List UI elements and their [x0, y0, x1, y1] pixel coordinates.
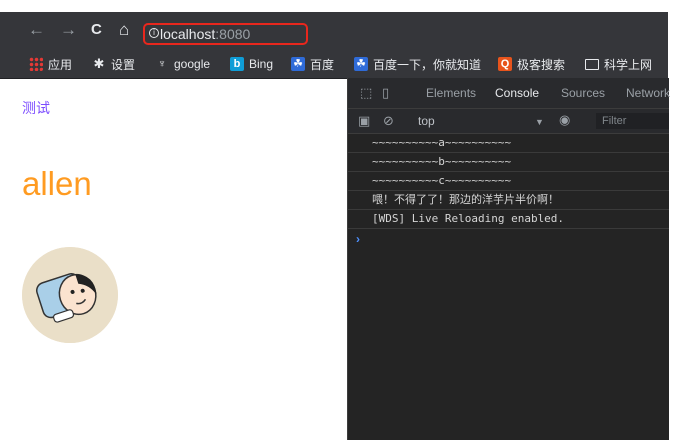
apps-grid-icon — [29, 57, 43, 71]
bookmark-settings[interactable]: ✱ 设置 — [92, 56, 135, 72]
url-host: localhost — [160, 26, 216, 42]
console-toolbar: ▣ ⊘ top ▼ ◉ Filter — [348, 109, 669, 134]
console-message: ~~~~~~~~~~a~~~~~~~~~~ — [348, 134, 669, 153]
console-filter-input[interactable]: Filter — [596, 113, 669, 129]
bookmark-label: Bing — [249, 57, 274, 71]
gear-icon: ✱ — [93, 56, 105, 71]
chevron-down-icon[interactable]: ▼ — [535, 115, 544, 129]
sidebar-toggle-icon[interactable]: ▣ — [358, 114, 370, 128]
tab-console[interactable]: Console — [495, 86, 539, 100]
bookmark-google[interactable]: ♆ google — [155, 56, 210, 72]
clear-console-icon[interactable]: ⊘ — [383, 114, 394, 128]
home-icon[interactable]: ⌂ — [119, 20, 129, 40]
trophy-icon: ♆ — [157, 58, 167, 70]
bookmark-label: 科学上网 — [604, 57, 653, 72]
console-message: 喂！不得了了！那边的洋芋片半价啊！ — [348, 191, 669, 210]
avatar-illustration — [22, 247, 118, 343]
devtools-panel: ⬚ ▯ Elements Console Sources Network ▣ ⊘… — [347, 78, 670, 440]
reload-icon[interactable]: C — [91, 20, 102, 40]
bookmark-bing[interactable]: b Bing — [230, 56, 273, 72]
tab-sources[interactable]: Sources — [561, 86, 605, 100]
console-message: ~~~~~~~~~~b~~~~~~~~~~ — [348, 153, 669, 172]
console-prompt[interactable]: › — [356, 232, 360, 246]
tab-elements[interactable]: Elements — [426, 86, 476, 100]
baidu-paw-icon: ☘ — [354, 57, 368, 71]
tab-network[interactable]: Network — [626, 86, 670, 100]
bookmark-label: 百度一下，你就知道 — [373, 57, 482, 72]
console-log-list: ~~~~~~~~~~a~~~~~~~~~~ ~~~~~~~~~~b~~~~~~~… — [348, 134, 669, 229]
bookmark-label: google — [174, 57, 211, 71]
bookmark-label: 极客搜索 — [517, 57, 566, 72]
address-bar-url[interactable]: localhost:8080 — [160, 25, 250, 43]
devtools-tabbar: ⬚ ▯ Elements Console Sources Network — [348, 78, 670, 109]
geek-search-icon: Q — [498, 57, 512, 71]
bookmark-label: 设置 — [111, 57, 136, 72]
context-selector[interactable]: top — [418, 114, 435, 128]
bookmark-label: 应用 — [48, 57, 73, 72]
bookmark-baidu[interactable]: ☘ 百度 — [291, 56, 334, 72]
console-message: ~~~~~~~~~~c~~~~~~~~~~ — [348, 172, 669, 191]
console-message: [WDS] Live Reloading enabled. — [348, 210, 669, 229]
baidu-paw-icon: ☘ — [291, 57, 305, 71]
eye-icon[interactable]: ◉ — [559, 113, 570, 127]
bookmark-baidu-search[interactable]: ☘ 百度一下，你就知道 — [354, 56, 481, 72]
info-icon[interactable]: i — [149, 28, 159, 38]
test-link[interactable]: 测试 — [22, 98, 50, 118]
bookmarks-bar: 应用 ✱ 设置 ♆ google b Bing ☘ 百度 ☘ 百度一下，你就知道… — [0, 48, 668, 79]
inspect-element-icon[interactable]: ⬚ — [360, 86, 372, 100]
forward-arrow-icon[interactable]: → — [60, 20, 77, 40]
bookmark-label: 百度 — [310, 57, 335, 72]
back-arrow-icon[interactable]: ← — [28, 20, 45, 40]
browser-toolbar: ← → C ⌂ i localhost:8080 — [0, 12, 668, 48]
avatar — [22, 247, 118, 343]
page-title: allen — [22, 165, 92, 202]
bookmark-folder-science[interactable]: 科学上网 — [585, 56, 652, 72]
bing-icon: b — [230, 57, 244, 71]
device-toolbar-icon[interactable]: ▯ — [382, 86, 389, 100]
folder-icon — [585, 58, 599, 70]
bookmark-geek-search[interactable]: Q 极客搜索 — [498, 56, 565, 72]
bookmark-apps[interactable]: 应用 — [29, 56, 72, 72]
url-port: :8080 — [215, 26, 251, 42]
